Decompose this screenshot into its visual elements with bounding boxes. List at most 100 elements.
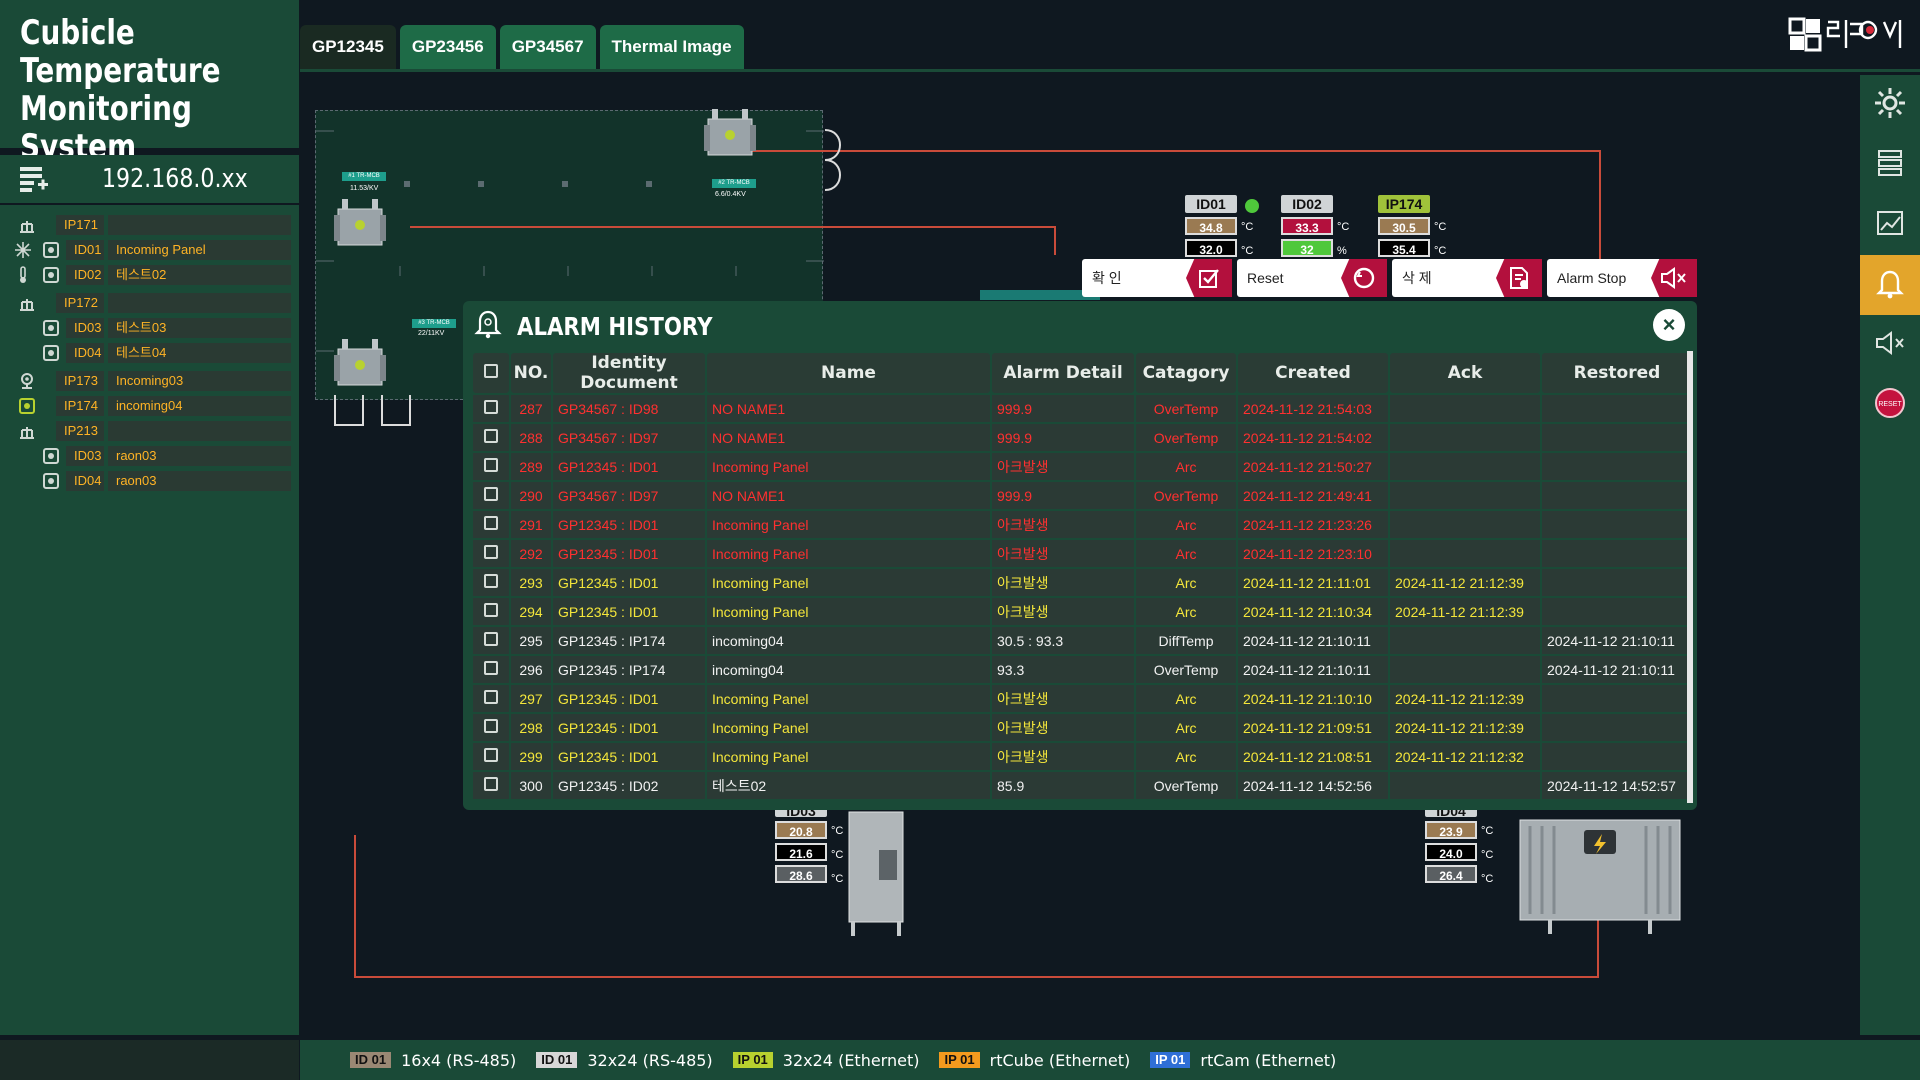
reset-icon: RESET: [1874, 387, 1906, 424]
cell-ack: [1390, 424, 1540, 451]
cell-name: Incoming Panel: [707, 569, 990, 596]
row-checkbox[interactable]: [473, 685, 509, 712]
tree-item-id02[interactable]: ID02 테스트02: [0, 263, 299, 287]
reset-button[interactable]: Reset: [1237, 259, 1387, 297]
table-row[interactable]: 288 GP34567 : ID97 NO NAME1 999.9 OverTemp 20…: [473, 424, 1692, 451]
cubicle-temp-1: 23.9: [1425, 821, 1477, 839]
column-header[interactable]: Identity Document: [553, 353, 705, 393]
transformer-large[interactable]: [1510, 810, 1690, 940]
row-checkbox[interactable]: [473, 627, 509, 654]
row-checkbox[interactable]: [473, 511, 509, 538]
table-row[interactable]: 287 GP34567 : ID98 NO NAME1 999.9 OverTemp 20…: [473, 395, 1692, 422]
tree-item-raon03-b[interactable]: ID04 raon03: [0, 469, 299, 493]
transformer-c[interactable]: [330, 335, 390, 395]
tab-gp34567[interactable]: GP34567: [499, 25, 596, 69]
cubicle-temp-2: 32.0: [1185, 239, 1237, 257]
tree-item-ip173[interactable]: IP173 Incoming03: [0, 369, 299, 393]
table-row[interactable]: 289 GP12345 : ID01 Incoming Panel 아크발생 Arc 20…: [473, 453, 1692, 480]
transformer-a[interactable]: [330, 195, 390, 255]
cubicle-id01[interactable]: ID01 34.8 °C 32.0 °C: [1185, 195, 1259, 257]
tree-item-id03[interactable]: ID03 테스트03: [0, 316, 299, 340]
table-row[interactable]: 298 GP12345 : ID01 Incoming Panel 아크발생 Arc 20…: [473, 714, 1692, 741]
delete-button[interactable]: 삭 제: [1392, 259, 1542, 297]
transformer-b-tag: #2 TR-MCB: [712, 179, 756, 188]
column-header[interactable]: Name: [707, 353, 990, 393]
cell-doc: GP12345 : ID01: [553, 511, 705, 538]
table-row[interactable]: 292 GP12345 : ID01 Incoming Panel 아크발생 Arc 20…: [473, 540, 1692, 567]
tree-item-ip172[interactable]: IP172: [0, 291, 299, 315]
legend-text: 16x4 (RS-485): [401, 1050, 517, 1070]
table-row[interactable]: 297 GP12345 : ID01 Incoming Panel 아크발생 Arc 20…: [473, 685, 1692, 712]
cell-detail: 아크발생: [992, 511, 1134, 538]
tree-item-ip171[interactable]: IP171: [0, 213, 299, 237]
table-row[interactable]: 290 GP34567 : ID97 NO NAME1 999.9 OverTemp 20…: [473, 482, 1692, 509]
settings-button[interactable]: [1860, 75, 1920, 135]
scrollbar[interactable]: [1687, 351, 1693, 803]
cubicle-cabinet-icon[interactable]: [845, 810, 907, 940]
add-device-icon[interactable]: [18, 163, 50, 195]
cubicle-id03[interactable]: ID03 20.8 °C 21.6 °C 28.6 °C: [775, 805, 843, 885]
cell-doc: GP12345 : IP174: [553, 627, 705, 654]
cell-detail: 85.9: [992, 772, 1134, 799]
reset-alarm-button[interactable]: RESET: [1860, 375, 1920, 435]
tree-item-ip174[interactable]: IP174 incoming04: [0, 394, 299, 418]
cell-created: 2024-11-12 21:10:11: [1238, 656, 1388, 683]
ip-bar: 192.168.0.xx: [0, 155, 299, 203]
network-icon: [18, 216, 36, 234]
row-checkbox[interactable]: [473, 772, 509, 799]
table-row[interactable]: 295 GP12345 : IP174 incoming04 30.5 : 93.3 D…: [473, 627, 1692, 654]
tab-gp12345[interactable]: GP12345: [300, 25, 396, 69]
table-row[interactable]: 296 GP12345 : IP174 incoming04 93.3 OverTemp…: [473, 656, 1692, 683]
row-checkbox[interactable]: [473, 540, 509, 567]
row-checkbox[interactable]: [473, 743, 509, 770]
tree-name-label: [108, 215, 291, 235]
alarm-button[interactable]: [1860, 255, 1920, 315]
select-all-checkbox[interactable]: [473, 353, 509, 393]
sensor-icon: [18, 397, 36, 415]
confirm-button[interactable]: 확 인: [1082, 259, 1232, 297]
table-row[interactable]: 291 GP12345 : ID01 Incoming Panel 아크발생 Arc 20…: [473, 511, 1692, 538]
cubicle-temp-1: 33.3: [1281, 217, 1333, 235]
cubicle-temp-2: 24.0: [1425, 843, 1477, 861]
table-row[interactable]: 294 GP12345 : ID01 Incoming Panel 아크발생 Arc 20…: [473, 598, 1692, 625]
row-checkbox[interactable]: [473, 453, 509, 480]
column-header[interactable]: Restored: [1542, 353, 1692, 393]
cell-no: 297: [511, 685, 551, 712]
column-header[interactable]: Alarm Detail: [992, 353, 1134, 393]
row-checkbox[interactable]: [473, 656, 509, 683]
row-checkbox[interactable]: [473, 714, 509, 741]
row-checkbox[interactable]: [473, 424, 509, 451]
row-checkbox[interactable]: [473, 598, 509, 625]
close-button[interactable]: ×: [1653, 309, 1685, 341]
tree-item-id01[interactable]: ID01 Incoming Panel: [0, 238, 299, 262]
row-checkbox[interactable]: [473, 482, 509, 509]
tree-item-raon03-a[interactable]: ID03 raon03: [0, 444, 299, 468]
column-header[interactable]: Created: [1238, 353, 1388, 393]
cubicle-id04[interactable]: ID04 23.9 °C 24.0 °C 26.4 °C: [1425, 805, 1493, 885]
legend-tag: IP 01: [939, 1052, 980, 1068]
legend-tag: ID 01: [350, 1052, 392, 1068]
column-header[interactable]: NO.: [511, 353, 551, 393]
server-button[interactable]: [1860, 135, 1920, 195]
trend-button[interactable]: [1860, 195, 1920, 255]
transformer-b[interactable]: [700, 105, 760, 165]
cubicle-ip174[interactable]: IP174 30.5 °C 35.4 °C: [1378, 195, 1446, 257]
tree-item-id04[interactable]: ID04 테스트04: [0, 341, 299, 365]
alarm-stop-button[interactable]: Alarm Stop: [1547, 259, 1697, 297]
column-header[interactable]: Ack: [1390, 353, 1540, 393]
tab-gp23456[interactable]: GP23456: [399, 25, 496, 69]
table-row[interactable]: 293 GP12345 : ID01 Incoming Panel 아크발생 Arc 20…: [473, 569, 1692, 596]
row-checkbox[interactable]: [473, 395, 509, 422]
tree-item-ip213[interactable]: IP213: [0, 419, 299, 443]
table-row[interactable]: 299 GP12345 : ID01 Incoming Panel 아크발생 Arc 20…: [473, 743, 1692, 770]
mute-button[interactable]: [1860, 315, 1920, 375]
table-row[interactable]: 300 GP12345 : ID02 테스트02 85.9 OverTemp 2024-1…: [473, 772, 1692, 799]
tab-thermal-image[interactable]: Thermal Image: [599, 25, 744, 69]
cell-detail: 아크발생: [992, 453, 1134, 480]
transformer-c-tag: #3 TR-MCB: [412, 319, 456, 328]
cubicle-id02[interactable]: ID02 33.3 °C 32 %: [1281, 195, 1349, 257]
cell-restored: 2024-11-12 21:10:11: [1542, 627, 1692, 654]
column-header[interactable]: Catagory: [1136, 353, 1236, 393]
cell-ack: [1390, 482, 1540, 509]
row-checkbox[interactable]: [473, 569, 509, 596]
